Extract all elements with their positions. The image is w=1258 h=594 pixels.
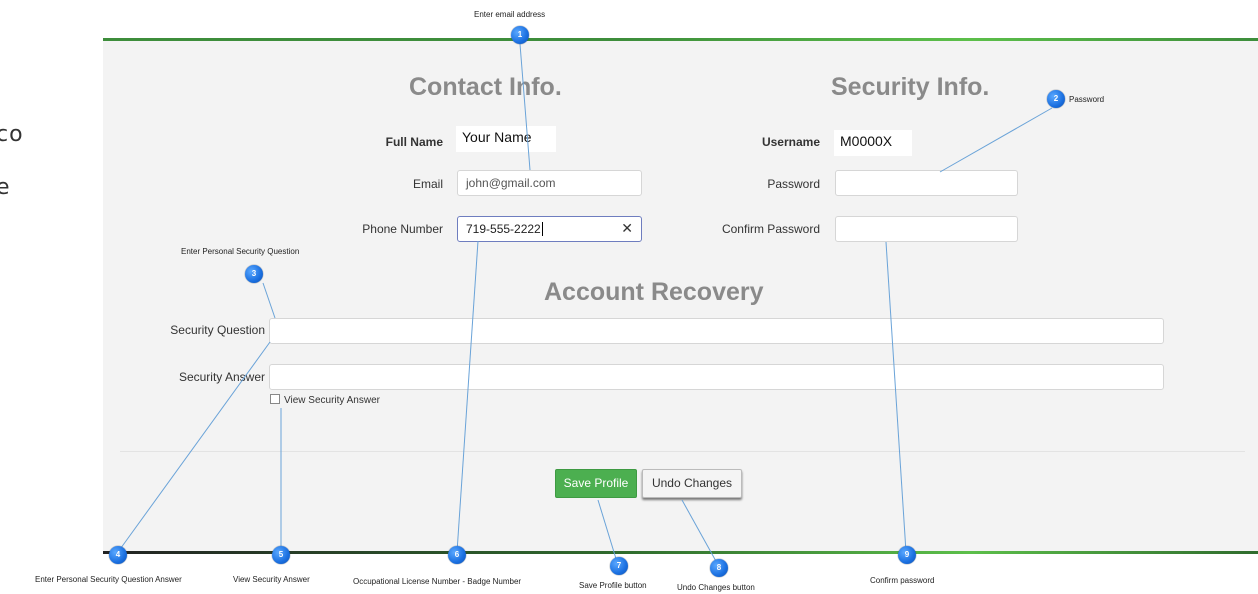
callout-badge-5: 5 — [272, 546, 290, 564]
callout-caption-2: Password — [1069, 95, 1105, 104]
callout-caption-6: Occupational License Number - Badge Numb… — [353, 577, 522, 586]
callout-caption-1: Enter email address — [474, 10, 546, 19]
callout-badge-2: 2 — [1047, 90, 1065, 108]
callout-connectors — [117, 43, 1053, 564]
connector-9 — [885, 241, 907, 553]
connector-3 — [262, 282, 276, 319]
connector-4 — [117, 341, 271, 553]
callout-badge-8: 8 — [710, 559, 728, 577]
connector-8 — [681, 499, 718, 564]
connector-1 — [519, 43, 531, 171]
callout-caption-9: Confirm password — [870, 576, 935, 585]
callout-badge-1: 1 — [511, 26, 529, 44]
callout-caption-8: Undo Changes button — [677, 583, 755, 592]
callout-caption-4: Enter Personal Security Question Answer — [35, 575, 182, 584]
callout-badge-6: 6 — [448, 546, 466, 564]
callout-caption-3: Enter Personal Security Question — [181, 247, 300, 256]
callout-badge-7: 7 — [610, 557, 628, 575]
connector-6 — [456, 240, 479, 553]
connector-2 — [939, 107, 1053, 173]
callout-badge-4: 4 — [109, 546, 127, 564]
connector-7 — [597, 499, 618, 563]
callout-badge-3: 3 — [245, 265, 263, 283]
callout-badge-9: 9 — [898, 546, 916, 564]
callout-caption-7: Save Profile button — [579, 581, 647, 590]
callout-caption-5: View Security Answer — [233, 575, 310, 584]
